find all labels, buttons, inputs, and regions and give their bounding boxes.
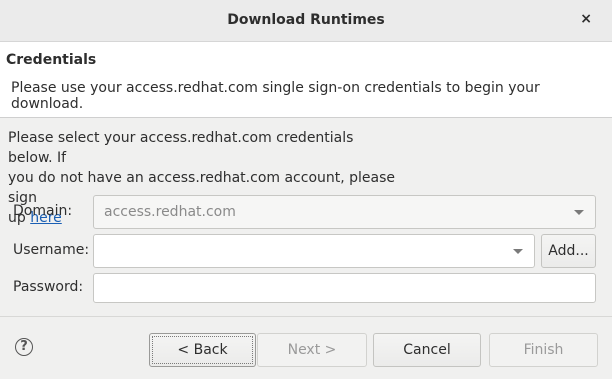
close-icon[interactable]: × [580, 11, 592, 27]
domain-select: access.redhat.com [93, 195, 596, 229]
add-credentials-button[interactable]: Add... [541, 234, 596, 268]
domain-label: Domain: [13, 203, 73, 219]
chevron-down-icon[interactable] [513, 249, 523, 254]
help-icon[interactable]: ? [15, 338, 33, 356]
page-description: Please use your access.redhat.com single… [11, 80, 540, 112]
password-label: Password: [13, 279, 84, 295]
finish-button[interactable]: Finish [489, 333, 598, 367]
username-select[interactable] [93, 234, 535, 268]
next-button[interactable]: Next > [257, 333, 367, 367]
window-title: Download Runtimes [227, 12, 385, 28]
chevron-down-icon [574, 210, 584, 215]
domain-value: access.redhat.com [104, 204, 236, 220]
page-title: Credentials [6, 52, 97, 68]
title-bar: Download Runtimes × [0, 0, 612, 42]
info-line-1: Please select your access.redhat.com cre… [8, 130, 354, 166]
username-label: Username: [13, 242, 90, 258]
footer-separator [0, 316, 612, 317]
wizard-header: Credentials Please use your access.redha… [0, 42, 612, 118]
back-button[interactable]: < Back [149, 333, 256, 367]
password-field[interactable] [93, 273, 596, 303]
cancel-button[interactable]: Cancel [373, 333, 481, 367]
